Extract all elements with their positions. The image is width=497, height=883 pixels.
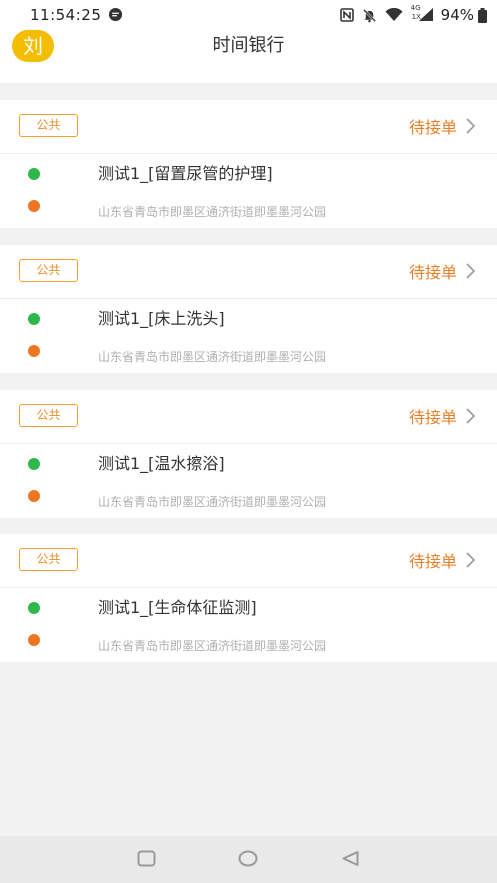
wifi-icon [385,8,403,22]
cellular-signal-icon: 4G 1X [411,4,433,23]
battery-percent: 94% [440,6,474,24]
chevron-right-icon [466,408,475,424]
system-nav-bar [0,836,497,883]
chevron-right-icon [466,263,475,279]
order-card[interactable]: 公共 待接单 测试1_[温水擦浴] 山东省青岛市即墨区通济街道即墨墨河公园 [0,390,497,518]
service-address: 山东省青岛市即墨区通济街道即墨墨河公园 [98,205,327,219]
back-icon[interactable] [341,850,360,867]
chevron-right-icon [466,552,475,568]
order-card[interactable]: 公共 待接单 测试1_[床上洗头] 山东省青岛市即墨区通济街道即墨墨河公园 [0,245,497,373]
order-card[interactable]: 公共 待接单 测试1_[生命体征监测] 山东省青岛市即墨区通济街道即墨墨河公园 [0,534,497,662]
category-tag: 公共 [19,259,78,282]
order-card-header: 公共 待接单 [0,100,497,154]
order-status-link[interactable]: 待接单 [409,259,475,283]
service-dot-icon [28,168,40,180]
service-title: 测试1_[生命体征监测] [98,598,257,617]
service-title: 测试1_[温水擦浴] [98,454,225,473]
nfc-icon [339,8,354,22]
order-status-link[interactable]: 待接单 [409,548,475,572]
service-dot-icon [28,602,40,614]
order-status-label: 待接单 [408,552,457,571]
location-dot-icon [28,200,40,212]
page-title: 时间银行 [212,35,285,56]
status-time: 11:54:25 [30,6,102,24]
order-card-header: 公共 待接单 [0,390,497,444]
service-title: 测试1_[床上洗头] [98,309,225,328]
service-address: 山东省青岛市即墨区通济街道即墨墨河公园 [98,495,327,509]
home-icon[interactable] [238,850,258,867]
order-card-header: 公共 待接单 [0,245,497,299]
order-status-link[interactable]: 待接单 [409,114,475,138]
order-card-header: 公共 待接单 [0,534,497,588]
order-status-label: 待接单 [408,263,457,282]
service-dot-icon [28,313,40,325]
order-card[interactable]: 公共 待接单 测试1_[留置尿管的护理] 山东省青岛市即墨区通济街道即墨墨河公园 [0,100,497,228]
service-address: 山东省青岛市即墨区通济街道即墨墨河公园 [98,350,327,364]
message-notification-icon [108,7,123,22]
category-tag: 公共 [19,114,78,137]
order-status-label: 待接单 [408,118,457,137]
chevron-right-icon [466,118,475,134]
location-dot-icon [28,490,40,502]
order-status-label: 待接单 [408,408,457,427]
status-bar: 11:54:25 4G 1X 94% [0,0,497,30]
battery-icon [478,7,487,23]
service-address: 山东省青岛市即墨区通济街道即墨墨河公园 [98,639,327,653]
service-dot-icon [28,458,40,470]
bell-muted-icon [362,8,377,23]
location-dot-icon [28,345,40,357]
location-dot-icon [28,634,40,646]
category-tag: 公共 [19,548,78,571]
category-tag: 公共 [19,404,78,427]
recent-apps-icon[interactable] [137,850,156,867]
order-status-link[interactable]: 待接单 [409,404,475,428]
app-header: 刘 时间银行 [0,30,497,83]
service-title: 测试1_[留置尿管的护理] [98,164,273,183]
